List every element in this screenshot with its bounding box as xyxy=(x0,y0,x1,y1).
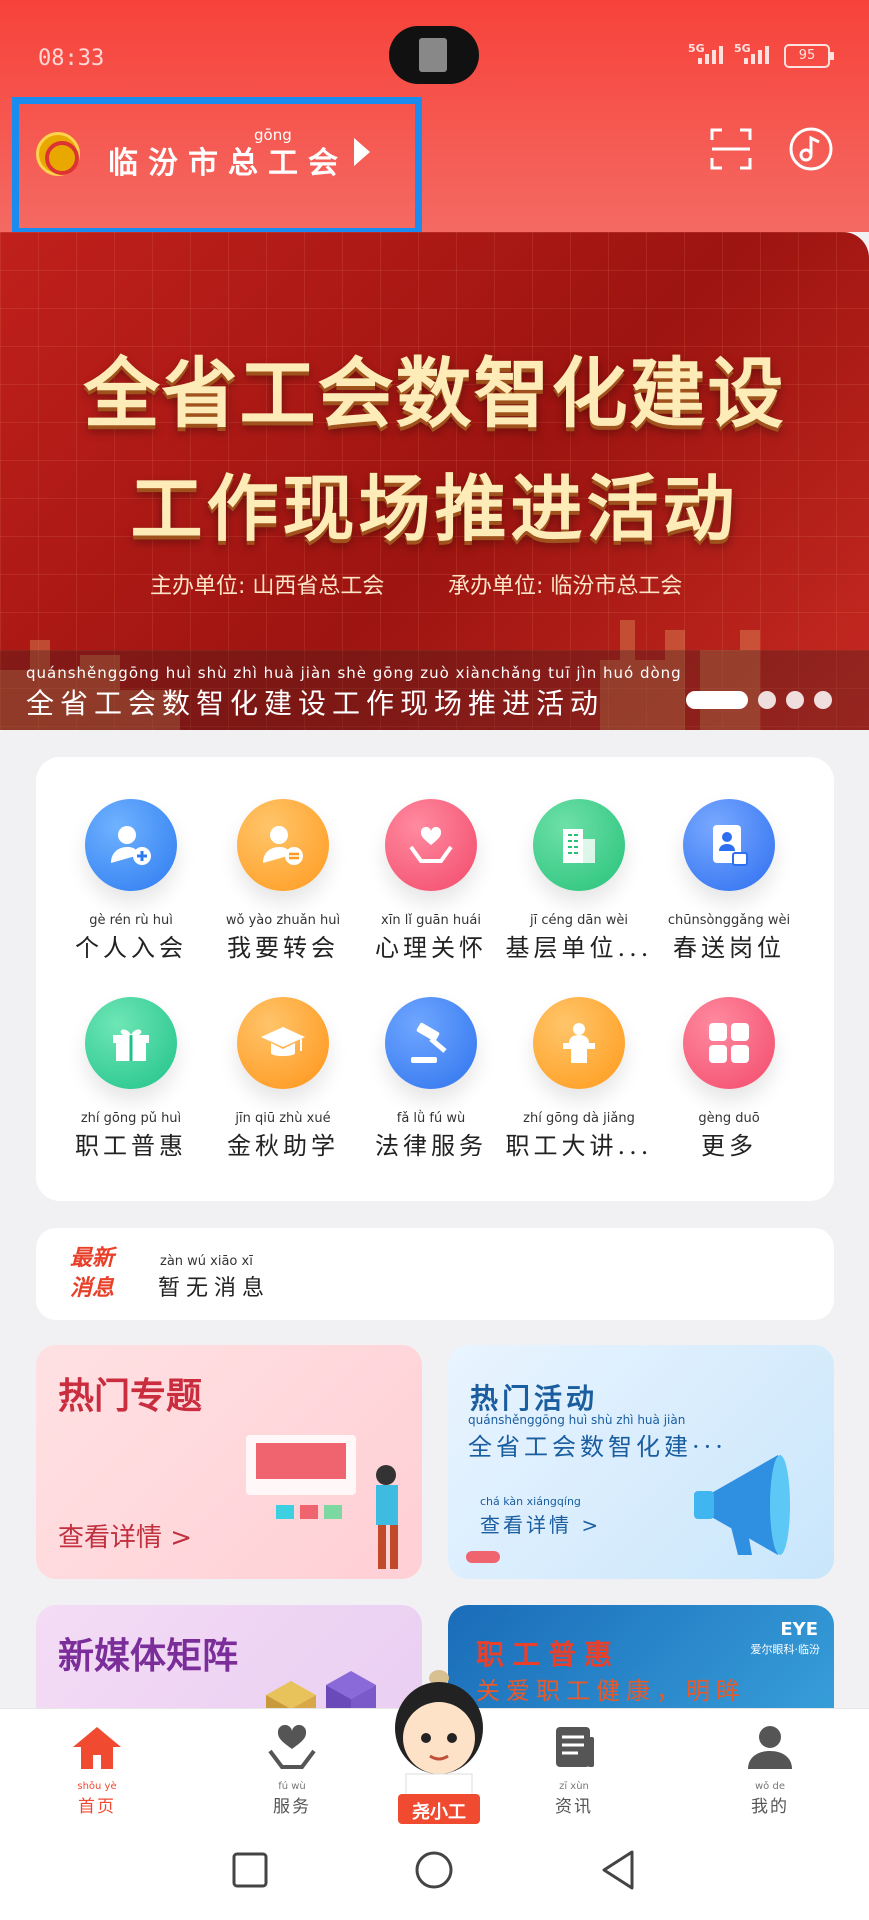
service-item-scholarship[interactable]: jīn qiū zhù xué 金秋助学 xyxy=(208,997,358,1161)
eye-brand-logo: EYE xyxy=(780,1619,818,1640)
signal-bars-1-icon xyxy=(698,46,723,64)
benefit-subtitle: 关爱职工健康，明眸 xyxy=(476,1677,746,1705)
service-item-spring-jobs[interactable]: chūnsònggǎng wèi 春送岗位 xyxy=(654,799,804,963)
id-card-icon xyxy=(683,799,775,891)
battery-icon: 95 xyxy=(784,44,834,68)
banner-co-organizer: 承办单位: 临汾市总工会 xyxy=(448,574,683,599)
service-label: 心理关怀 xyxy=(375,934,487,962)
service-label: 法律服务 xyxy=(375,1132,487,1160)
tab-profile[interactable]: wǒ de 我的 xyxy=(710,1723,830,1817)
music-icon[interactable] xyxy=(788,126,834,172)
person-add-icon xyxy=(85,799,177,891)
service-label: 个人入会 xyxy=(75,934,187,962)
hot-topic-view-details-link[interactable]: 查看详情 > xyxy=(58,1517,192,1554)
signal-bars-2-icon xyxy=(744,46,769,64)
service-grid-card: gè rén rù huì 个人入会 wǒ yào zhuǎn huì 我要转会… xyxy=(36,757,834,1201)
carousel-dot[interactable] xyxy=(758,691,776,709)
service-item-join-union[interactable]: gè rén rù huì 个人入会 xyxy=(56,799,206,963)
service-label: 我要转会 xyxy=(227,934,339,962)
news-text: 暂无消息 xyxy=(158,1276,271,1301)
benefit-title: 职工普惠 xyxy=(476,1638,621,1671)
org-name[interactable]: 临汾市总工会 xyxy=(108,138,348,182)
tab-label: 服务 xyxy=(273,1797,311,1817)
hot-topic-title: 热门专题 xyxy=(58,1376,203,1417)
chevron-right-icon[interactable] xyxy=(354,138,370,166)
graduation-cap-icon xyxy=(237,997,329,1089)
tab-label: 首页 xyxy=(78,1797,116,1817)
service-label: 基层单位... xyxy=(505,934,653,962)
service-item-transfer[interactable]: wǒ yào zhuǎn huì 我要转会 xyxy=(208,799,358,963)
news-pinyin: zàn wú xiāo xī xyxy=(160,1254,253,1269)
eye-brand-name: 爱尔眼科·临汾 xyxy=(750,1643,821,1656)
heart-hands-icon xyxy=(385,799,477,891)
hot-topic-card[interactable]: 热门专题 查看详情 > xyxy=(36,1345,422,1579)
hot-activity-card[interactable]: 热门活动 quánshěnggōng huì shù zhì huà jiàn … xyxy=(448,1345,834,1579)
hot-activity-view-details-link[interactable]: 查看详情 > xyxy=(480,1509,601,1538)
service-item-mental-care[interactable]: xīn lǐ guān huái 心理关怀 xyxy=(356,799,506,963)
heart-hand-icon xyxy=(268,1724,316,1769)
tab-label: 我的 xyxy=(751,1797,789,1817)
mascot-center-button[interactable]: 尧小工 xyxy=(384,1666,494,1830)
tab-home[interactable]: shǒu yè 首页 xyxy=(37,1723,157,1817)
banner-organizer: 主办单位: 山西省总工会 xyxy=(150,574,385,599)
back-triangle-icon[interactable] xyxy=(600,1850,636,1890)
service-item-grassroots[interactable]: jī céng dān wèi 基层单位... xyxy=(504,799,654,963)
carousel-dot[interactable] xyxy=(814,691,832,709)
news-doc-icon xyxy=(556,1727,594,1767)
latest-news-bar[interactable]: 最新 消息 zàn wú xiāo xī 暂无消息 xyxy=(36,1228,834,1320)
service-label: 金秋助学 xyxy=(227,1132,339,1160)
home-icon xyxy=(73,1727,121,1769)
profile-icon xyxy=(748,1726,792,1769)
banner-caption-pinyin: quánshěnggōng huì shù zhì huà jiàn shè g… xyxy=(26,664,682,682)
carousel-indicator[interactable] xyxy=(686,691,832,709)
front-camera xyxy=(389,26,479,84)
building-icon xyxy=(533,799,625,891)
banner-title-line1: 全省工会数智化建设 xyxy=(83,349,786,438)
status-time: 08:33 xyxy=(38,46,105,71)
system-nav-bar xyxy=(0,1830,869,1920)
banner-caption: 全省工会数智化建设工作现场推进活动 xyxy=(26,687,605,720)
grid-more-icon xyxy=(683,997,775,1089)
service-item-more[interactable]: gèng duō 更多 xyxy=(654,997,804,1161)
home-circle-icon[interactable] xyxy=(414,1850,454,1890)
hot-activity-indicator xyxy=(466,1551,500,1563)
service-item-lecture[interactable]: zhí gōng dà jiǎng 职工大讲... xyxy=(504,997,654,1161)
scan-icon[interactable] xyxy=(710,128,752,170)
union-logo-icon xyxy=(36,132,80,176)
carousel-dot[interactable] xyxy=(786,691,804,709)
gavel-icon xyxy=(385,997,477,1089)
hot-activity-title: 热门活动 xyxy=(470,1382,599,1415)
service-item-legal[interactable]: fǎ lǜ fú wù 法律服务 xyxy=(356,997,506,1161)
recents-square-icon[interactable] xyxy=(232,1852,268,1888)
service-label: 更多 xyxy=(701,1132,757,1160)
carousel-dot-active[interactable] xyxy=(686,691,748,709)
lectern-icon xyxy=(533,997,625,1089)
gift-icon xyxy=(85,997,177,1089)
service-label: 职工大讲... xyxy=(505,1132,653,1160)
service-label: 职工普惠 xyxy=(75,1132,187,1160)
service-item-benefits[interactable]: zhí gōng pǔ huì 职工普惠 xyxy=(56,997,206,1161)
tab-label: 资讯 xyxy=(555,1797,593,1817)
service-label: 春送岗位 xyxy=(673,934,785,962)
presentation-illustration xyxy=(246,1435,398,1569)
banner-title-line2: 工作现场推进活动 xyxy=(130,467,739,551)
new-media-title: 新媒体矩阵 xyxy=(58,1636,239,1677)
tab-news[interactable]: zī xùn 资讯 xyxy=(514,1723,634,1817)
mascot-label: 尧小工 xyxy=(412,1802,466,1823)
person-transfer-icon xyxy=(237,799,329,891)
latest-news-tag: 最新 消息 xyxy=(70,1246,115,1301)
tab-services[interactable]: fú wù 服务 xyxy=(232,1723,352,1817)
megaphone-icon xyxy=(694,1455,790,1555)
